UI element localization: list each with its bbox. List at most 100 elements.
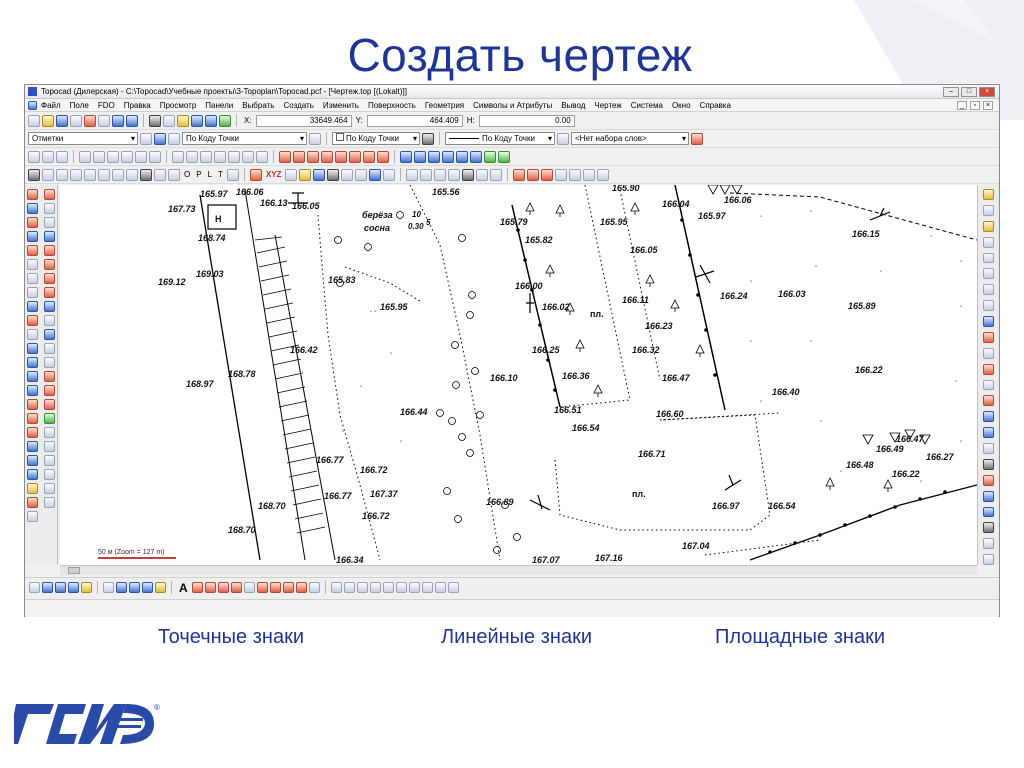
right-tool-15-icon[interactable] — [983, 411, 994, 423]
zoom-pan-icon[interactable] — [414, 150, 426, 163]
right-tool-22-icon[interactable] — [983, 522, 994, 534]
menu-create[interactable]: Создать — [283, 101, 313, 110]
line-style-select[interactable]: По Коду Точки — [445, 132, 555, 145]
right-tool-24-icon[interactable] — [983, 554, 994, 565]
snap-p-label[interactable]: P — [194, 170, 203, 179]
right-tool-10-icon[interactable] — [983, 331, 994, 343]
open-folder-icon[interactable] — [42, 114, 54, 127]
attributes-icon[interactable] — [383, 168, 396, 181]
undo-icon[interactable] — [191, 114, 203, 127]
text-style-7-icon[interactable] — [116, 582, 127, 593]
refresh-icon[interactable] — [219, 114, 231, 127]
right-tool-16-icon[interactable] — [983, 427, 994, 438]
hatch-pattern-icon[interactable] — [243, 582, 255, 593]
mdi-restore-button[interactable]: ▫ — [970, 100, 980, 110]
text-style-1-icon[interactable] — [29, 582, 40, 593]
window-2-icon[interactable] — [420, 168, 433, 181]
print-icon[interactable] — [70, 114, 82, 127]
menu-window[interactable]: Окно — [672, 101, 691, 110]
snap-perp-icon[interactable] — [98, 168, 110, 181]
zoom-out-icon[interactable] — [470, 150, 482, 163]
curve-tool-icon[interactable] — [27, 357, 38, 368]
new-file-icon[interactable] — [28, 114, 40, 127]
menu-drawing[interactable]: Чертеж — [594, 101, 621, 110]
view-6-icon[interactable] — [149, 150, 161, 163]
perp-tool-icon[interactable] — [44, 315, 55, 326]
redo-icon[interactable] — [205, 114, 217, 127]
table-tool-icon[interactable] — [27, 287, 38, 298]
menu-help[interactable]: Справка — [700, 101, 731, 110]
horizontal-scrollbar[interactable] — [60, 565, 977, 575]
radius-dim-icon[interactable] — [369, 582, 381, 593]
grid-4-icon[interactable] — [214, 150, 226, 163]
diameter-dim-icon[interactable] — [395, 582, 407, 593]
right-tool-11-icon[interactable] — [983, 347, 994, 359]
zoom-previous-icon[interactable] — [428, 150, 440, 163]
snap-mid-icon[interactable] — [84, 168, 96, 181]
fill-color-icon[interactable] — [217, 582, 229, 593]
redraw-icon[interactable] — [484, 150, 496, 163]
fork-tool-icon[interactable] — [27, 427, 38, 438]
save-icon[interactable] — [56, 114, 68, 127]
note-tool-icon[interactable] — [27, 469, 38, 480]
text-style-2-icon[interactable] — [42, 582, 53, 593]
text-style-3-icon[interactable] — [55, 582, 66, 593]
annotate-5-icon[interactable] — [569, 168, 582, 181]
snap-point-icon[interactable] — [28, 168, 40, 181]
page-tool-icon[interactable] — [27, 329, 38, 340]
minimize-button[interactable]: – — [943, 86, 959, 97]
point-tool-icon[interactable] — [27, 217, 38, 228]
arc-tool-icon[interactable] — [27, 245, 38, 256]
copy-icon[interactable] — [163, 114, 175, 127]
window-6-icon[interactable] — [476, 168, 489, 181]
grid-7-icon[interactable] — [256, 150, 268, 163]
gear-tool-icon[interactable] — [27, 511, 38, 522]
circle-tool-icon[interactable] — [27, 231, 38, 242]
mdi-minimize-button[interactable]: _ — [957, 100, 967, 110]
help-icon[interactable] — [126, 114, 138, 127]
hatch-icon[interactable] — [355, 168, 368, 181]
brush-tool-icon[interactable] — [27, 399, 38, 410]
text-style-10-icon[interactable] — [155, 582, 166, 593]
snap-center-icon[interactable] — [140, 168, 152, 181]
tree-tool-icon[interactable] — [27, 315, 38, 326]
link-icon[interactable] — [447, 582, 459, 593]
marker-tool-icon[interactable] — [44, 399, 55, 410]
angle-dim-icon[interactable] — [356, 582, 368, 593]
right-tool-21-icon[interactable] — [983, 506, 994, 518]
right-tool-7-icon[interactable] — [983, 284, 994, 296]
eye-icon[interactable] — [308, 582, 320, 593]
view-5-icon[interactable] — [135, 150, 147, 163]
export-icon[interactable] — [84, 114, 96, 127]
annotate-6-icon[interactable] — [583, 168, 596, 181]
trim-tool-icon[interactable] — [44, 259, 55, 270]
rect-tool-icon[interactable] — [27, 273, 38, 284]
mail-tool-icon[interactable] — [44, 357, 55, 368]
table-icon[interactable] — [313, 168, 326, 181]
view-1-icon[interactable] — [79, 150, 91, 163]
coordinate-entry-icon[interactable] — [285, 168, 298, 181]
move-tool-icon[interactable] — [44, 203, 55, 214]
slope-icon[interactable] — [434, 582, 446, 593]
scrollbar-thumb[interactable] — [68, 567, 80, 574]
right-tool-3-icon[interactable] — [983, 220, 994, 232]
zoom-extents-icon[interactable] — [442, 150, 454, 163]
snap-l-label[interactable]: L — [206, 170, 214, 179]
right-tool-9-icon[interactable] — [983, 316, 994, 327]
symbol-a-icon[interactable] — [256, 582, 268, 593]
regen-icon[interactable] — [498, 150, 510, 163]
mdi-close-button[interactable]: × — [983, 100, 993, 110]
align-tool-icon[interactable] — [44, 343, 55, 354]
settings-icon[interactable] — [112, 114, 124, 127]
text-style-5-icon[interactable] — [81, 582, 92, 593]
snap-t-label[interactable]: T — [216, 170, 225, 179]
circle-dim-icon[interactable] — [382, 582, 394, 593]
window-titlebar[interactable]: Topocad (Дилерская) - C:\Topocad\Учебные… — [25, 85, 999, 99]
angle-tool-icon[interactable] — [44, 301, 55, 312]
menu-symbols-attributes[interactable]: Символы и Атрибуты — [473, 101, 552, 110]
snap-o-label[interactable]: O — [182, 170, 192, 179]
right-tool-2-icon[interactable] — [983, 204, 994, 216]
symbol-6-icon[interactable] — [349, 150, 361, 163]
check-tool-icon[interactable] — [44, 413, 55, 424]
symbol-7-icon[interactable] — [363, 150, 375, 163]
